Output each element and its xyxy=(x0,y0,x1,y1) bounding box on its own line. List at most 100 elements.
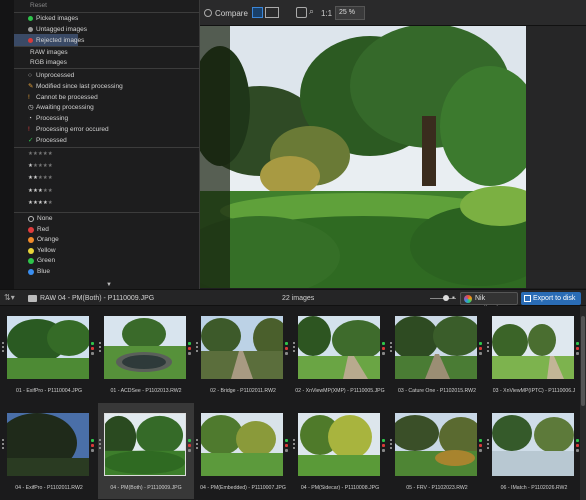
thumbnail-cell[interactable]: 04 - PM(Both) - P1110009.JPG xyxy=(98,403,194,499)
slider-knob[interactable] xyxy=(443,295,449,301)
status-filter-label: Processing xyxy=(36,115,69,123)
flag-marker-icon[interactable] xyxy=(91,347,94,350)
reset-filter[interactable]: Reset xyxy=(30,1,47,11)
flag-marker-icon[interactable] xyxy=(91,439,94,442)
rating-filter-4-stars[interactable]: ★★★★★ xyxy=(28,198,53,208)
chevron-down-icon[interactable]: ▼ xyxy=(106,282,112,288)
thumbnail-cell[interactable]: 04 - PM(Embedded) - P1110007.JPG xyxy=(195,403,291,499)
zoom-1-1-button[interactable]: 1:1 xyxy=(321,6,332,21)
flag-marker-icon[interactable] xyxy=(382,347,385,350)
thumbnail-image[interactable] xyxy=(7,316,89,379)
flag-marker-icon[interactable] xyxy=(576,347,579,350)
thumbnail-handle-icon xyxy=(390,342,393,354)
flag-marker-icon[interactable] xyxy=(479,444,482,447)
flag-marker-icon[interactable] xyxy=(576,352,579,355)
thumbnail-cell[interactable]: 02 - XnViewMP(XMP) - P1110005.JPG xyxy=(292,306,388,402)
flag-marker-icon[interactable] xyxy=(382,444,385,447)
grid-view-icon[interactable]: ▪ xyxy=(452,293,455,302)
thumbnail-cell[interactable]: 04 - ExifPro - P1102011.RW2 xyxy=(1,403,97,499)
thumbnail-image[interactable] xyxy=(492,413,574,476)
flag-marker-icon[interactable] xyxy=(91,449,94,452)
flag-marker-icon[interactable] xyxy=(188,449,191,452)
split-view-button[interactable] xyxy=(265,7,279,18)
flag-marker-icon[interactable] xyxy=(91,444,94,447)
nik-collection-button[interactable]: Nik Collection xyxy=(460,292,518,313)
type-filter-1[interactable]: RGB images xyxy=(30,58,67,68)
flag-marker-icon[interactable] xyxy=(382,342,385,345)
rating-filter-3-stars[interactable]: ★★★★★ xyxy=(28,186,53,196)
zoom-select[interactable]: 25 % xyxy=(335,6,365,20)
thumbnail-cell[interactable]: 01 - ACDSee - P1102013.RW2 xyxy=(98,306,194,402)
flag-marker-icon[interactable] xyxy=(188,439,191,442)
breadcrumb-separator: › xyxy=(52,295,55,302)
flag-marker-icon[interactable] xyxy=(285,449,288,452)
flag-marker-icon[interactable] xyxy=(188,352,191,355)
thumbnail-image[interactable] xyxy=(298,316,380,379)
flag-marker-icon[interactable] xyxy=(91,342,94,345)
compare-button[interactable]: Compare▼ xyxy=(204,6,257,21)
rating-filter-0-stars[interactable]: ★★★★★ xyxy=(28,149,53,159)
sort-icon[interactable]: ⇅▾ xyxy=(4,293,15,302)
rating-filter-2-stars[interactable]: ★★★★★ xyxy=(28,173,53,183)
thumbnail-flag-markers xyxy=(479,439,483,454)
thumbnail-image[interactable] xyxy=(492,316,574,379)
magnifier-icon[interactable]: ⌕ xyxy=(309,6,314,17)
thumbnail-image[interactable] xyxy=(7,413,89,476)
flag-marker-icon[interactable] xyxy=(479,342,482,345)
rating-filter-1-stars[interactable]: ★★★★★ xyxy=(28,161,53,171)
thumbnail-cell[interactable]: 01 - ExifPro - P1110004.JPG xyxy=(1,306,97,402)
thumbnail-image[interactable] xyxy=(201,316,283,379)
single-view-button[interactable] xyxy=(252,7,263,18)
handle-dot xyxy=(2,447,4,449)
flag-marker-icon[interactable] xyxy=(479,347,482,350)
flag-marker-icon[interactable] xyxy=(576,444,579,447)
thumbnail-cell[interactable]: 03 - Cature One - P1102015.RW2 xyxy=(389,306,485,402)
thumbnail-image[interactable] xyxy=(104,413,186,476)
thumbnail-image[interactable] xyxy=(201,413,283,476)
type-filter-0[interactable]: RAW images xyxy=(30,48,68,58)
flag-marker-icon[interactable] xyxy=(576,449,579,452)
main-preview-image[interactable] xyxy=(200,26,526,288)
color-filter-label: None xyxy=(37,215,53,222)
thumbnail-cell[interactable]: 02 - Bridge - P1102011.RW2 xyxy=(195,306,291,402)
crop-icon[interactable] xyxy=(296,7,307,18)
flag-marker-icon[interactable] xyxy=(479,352,482,355)
handle-dot xyxy=(2,439,4,441)
flag-marker-icon[interactable] xyxy=(479,439,482,442)
flag-marker-icon[interactable] xyxy=(382,449,385,452)
flag-marker-icon[interactable] xyxy=(188,342,191,345)
flag-marker-icon[interactable] xyxy=(285,439,288,442)
scrollbar-thumb[interactable] xyxy=(581,316,585,406)
flag-marker-icon[interactable] xyxy=(576,342,579,345)
menu-separator xyxy=(14,212,200,213)
flag-marker-icon[interactable] xyxy=(285,352,288,355)
thumbnail-cell[interactable]: 06 - IMatch - P1102026.RW2 xyxy=(486,403,582,499)
flag-marker-icon[interactable] xyxy=(188,347,191,350)
status-filter-label: Processed xyxy=(36,136,67,144)
thumbnail-image[interactable] xyxy=(395,413,477,476)
thumbnail-cell[interactable]: 05 - FRV - P1102023.RW2 xyxy=(389,403,485,499)
flag-marker-icon[interactable] xyxy=(382,352,385,355)
flag-marker-icon[interactable] xyxy=(188,444,191,447)
flag-marker-icon[interactable] xyxy=(576,439,579,442)
thumbnail-cell[interactable]: 04 - PM(Sidecar) - P1110008.JPG xyxy=(292,403,388,499)
thumbnail-caption: 04 - PM(Sidecar) - P1110008.JPG xyxy=(300,485,380,491)
handle-dot xyxy=(99,350,101,352)
grid-scrollbar[interactable] xyxy=(580,306,586,500)
thumbnail-image[interactable] xyxy=(395,316,477,379)
color-dot-icon xyxy=(28,247,34,254)
thumbnail-caption: 04 - ExifPro - P1102011.RW2 xyxy=(15,485,83,491)
flag-marker-icon[interactable] xyxy=(285,347,288,350)
flag-marker-icon[interactable] xyxy=(285,444,288,447)
flag-marker-icon[interactable] xyxy=(479,449,482,452)
nik-logo-icon xyxy=(464,295,472,303)
thumbnail-image[interactable] xyxy=(298,413,380,476)
flag-marker-icon[interactable] xyxy=(91,352,94,355)
export-to-disk-button[interactable]: Export to disk xyxy=(521,292,581,305)
thumbnail-handle-icon xyxy=(390,439,393,451)
flag-marker-icon[interactable] xyxy=(382,439,385,442)
thumbnail-cell[interactable]: 03 - XnViewMP(IPTC) - P1110006.J xyxy=(486,306,582,402)
status-filter-label: Modified since last processing xyxy=(36,82,123,90)
thumbnail-image[interactable] xyxy=(104,316,186,379)
flag-marker-icon[interactable] xyxy=(285,342,288,345)
